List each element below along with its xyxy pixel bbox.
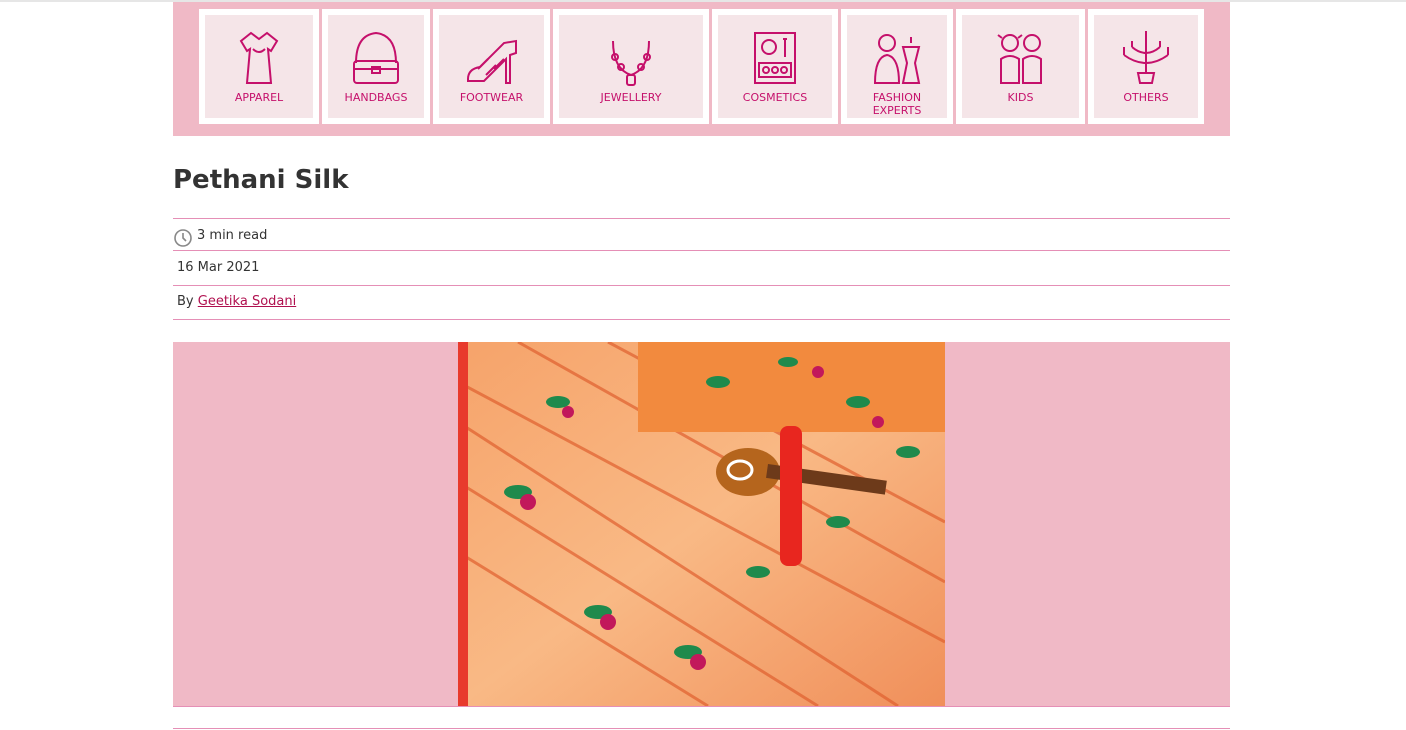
category-label: JEWELLERY [600,91,662,104]
category-label: OTHERS [1123,91,1169,104]
author-line: By Geetika Sodani [177,294,296,309]
category-label: KIDS [1007,91,1034,104]
category-label: HANDBAGS [344,91,408,104]
clock-icon [174,229,192,247]
category-label: FASHION EXPERTS [872,91,922,117]
divider [173,706,1230,707]
category-label: APPAREL [234,91,284,104]
divider [173,285,1230,286]
category-bar: APPAREL HANDBAGS FOOTWEAR JEWELLERY COSM… [173,2,1230,136]
necklace-icon [611,40,651,86]
designer-mannequin-icon [873,34,921,84]
category-jewellery[interactable]: JEWELLERY [553,9,709,124]
author-link[interactable]: Geetika Sodani [198,294,296,309]
divider [173,250,1230,251]
category-label: FOOTWEAR [459,91,524,104]
category-others[interactable]: OTHERS [1088,9,1204,124]
saree-photo [458,342,945,706]
category-label: COSMETICS [742,91,808,104]
handbag-icon [353,31,399,84]
divider [173,728,1230,729]
divider [173,218,1230,219]
article-title: Pethani Silk [173,165,349,195]
heel-shoe-icon [466,39,517,84]
category-cosmetics[interactable]: COSMETICS [712,9,838,124]
publish-date: 16 Mar 2021 [177,260,260,275]
category-footwear[interactable]: FOOTWEAR [433,9,550,124]
hero-image-container [173,342,1230,706]
divider [173,319,1230,320]
read-time: 3 min read [197,228,268,243]
chandelier-icon [1123,31,1169,84]
category-kids[interactable]: KIDS [956,9,1085,124]
category-apparel[interactable]: APPAREL [199,9,319,124]
kids-icon [996,34,1042,84]
category-handbags[interactable]: HANDBAGS [322,9,430,124]
dress-icon [239,31,279,84]
makeup-palette-icon [754,32,796,84]
by-prefix: By [177,294,194,309]
category-fashion-experts[interactable]: FASHION EXPERTS [841,9,953,124]
